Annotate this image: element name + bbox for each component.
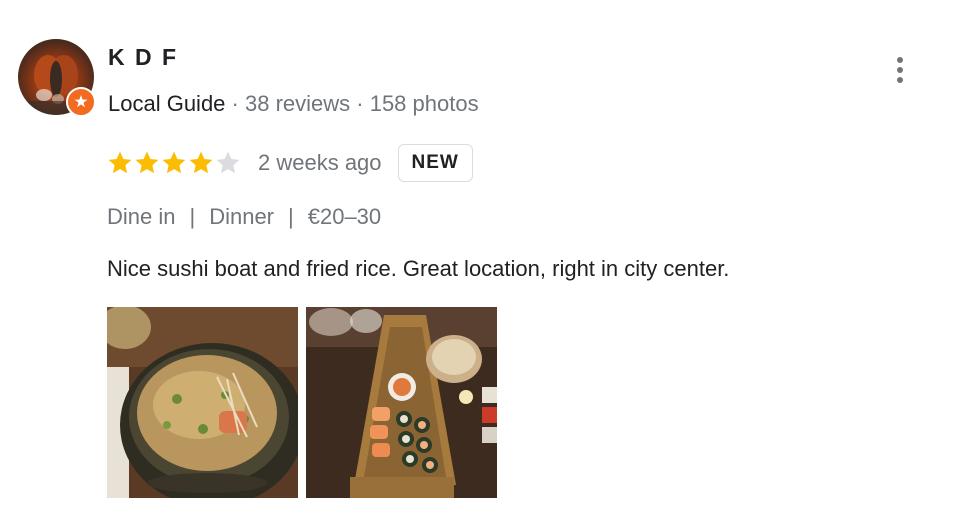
reviewer-name[interactable]: K D F	[108, 44, 178, 71]
meal-type: Dinner	[209, 204, 275, 229]
meta-separator: ·	[225, 91, 245, 116]
star-filled-icon	[135, 151, 159, 174]
star-filled-icon	[189, 151, 213, 174]
photo-count: 158 photos	[369, 91, 479, 116]
more-vert-icon[interactable]	[888, 55, 912, 85]
visit-details: Dine in | Dinner | €20–30	[107, 204, 381, 230]
local-guide-label: Local Guide	[108, 91, 226, 116]
fried-rice-photo[interactable]	[107, 307, 298, 498]
star-empty-icon	[216, 151, 240, 174]
review-count: 38 reviews	[244, 91, 351, 116]
star-filled-icon	[162, 151, 186, 174]
details-separator: |	[288, 204, 294, 229]
rating-row: 2 weeks ago NEW	[107, 143, 473, 183]
reviewer-avatar[interactable]	[18, 39, 96, 117]
review-time: 2 weeks ago	[258, 150, 382, 175]
price-range: €20–30	[307, 204, 382, 229]
details-separator: |	[189, 204, 196, 229]
review-text: Nice sushi boat and fried rice. Great lo…	[107, 256, 730, 281]
star-filled-icon	[108, 151, 132, 174]
local-guide-badge-icon	[66, 87, 96, 117]
sushi-boat-photo[interactable]	[306, 307, 497, 498]
service-type: Dine in	[107, 204, 176, 229]
new-badge: NEW	[397, 144, 473, 182]
reviewer-meta[interactable]: Local Guide · 38 reviews · 158 photos	[108, 91, 479, 117]
meta-separator: ·	[350, 91, 370, 116]
star-rating	[107, 150, 241, 176]
